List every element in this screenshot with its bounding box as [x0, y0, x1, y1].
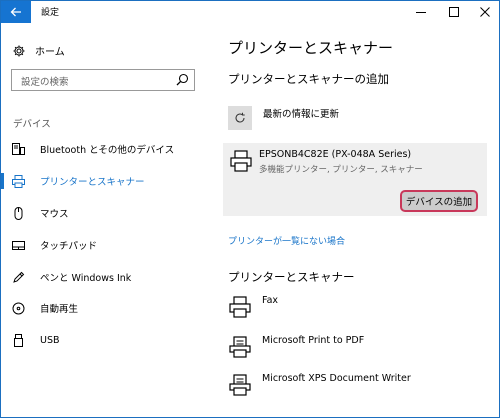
- sidebar-item-label: USB: [40, 334, 60, 346]
- document-printer-icon: [228, 373, 252, 397]
- add-device-button[interactable]: デバイスの追加: [400, 190, 478, 212]
- bluetooth-devices-icon: [11, 142, 25, 156]
- sidebar-item-label: プリンターとスキャナー: [40, 177, 145, 188]
- printer-item-print-to-pdf[interactable]: Microsoft Print to PDF: [228, 335, 364, 359]
- usb-icon: [11, 333, 25, 347]
- window-title: 設定: [41, 8, 60, 18]
- autoplay-icon: [11, 301, 25, 315]
- refresh-icon: [235, 112, 245, 123]
- refresh-label: 最新の情報に更新: [263, 109, 340, 120]
- device-name: EPSONB4C82E (PX-048A Series): [259, 149, 412, 160]
- pen-icon: [11, 270, 25, 284]
- refresh-row: 最新の情報に更新: [228, 106, 339, 130]
- minimize-icon: [416, 12, 426, 13]
- device-description: 多機能プリンター, プリンター, スキャナー: [259, 165, 423, 175]
- touchpad-icon: [11, 238, 25, 252]
- maximize-icon: [449, 7, 459, 17]
- printer-icon: [11, 174, 25, 188]
- close-icon: [480, 7, 490, 17]
- sidebar-item-label: Bluetooth とその他のデバイス: [40, 145, 175, 156]
- main-content: プリンターとスキャナー プリンターとスキャナーの追加 最新の情報に更新 EPSO…: [206, 23, 499, 417]
- printer-not-listed-link[interactable]: プリンターが一覧にない場合: [228, 234, 345, 247]
- add-section-title: プリンターとスキャナーの追加: [228, 72, 389, 86]
- close-button[interactable]: [469, 1, 499, 23]
- back-button[interactable]: [1, 1, 31, 23]
- refresh-button[interactable]: [228, 106, 252, 130]
- settings-window: 設定 ホーム 設定の検索 デバイス Bluetooth とその他のデバイス プリ…: [0, 0, 500, 418]
- sidebar-item-bluetooth[interactable]: Bluetooth とその他のデバイス: [1, 136, 206, 162]
- back-arrow-icon: [10, 7, 21, 17]
- sidebar-item-label: タッチパッド: [40, 241, 98, 252]
- sidebar-item-label: 自動再生: [40, 304, 79, 315]
- title-bar: 設定: [1, 1, 499, 23]
- section-label-devices: デバイス: [13, 119, 51, 130]
- printer-name: Microsoft XPS Document Writer: [262, 373, 411, 384]
- printer-icon: [228, 295, 252, 319]
- search-input[interactable]: 設定の検索: [11, 69, 195, 91]
- gear-icon: [13, 45, 25, 56]
- document-printer-icon: [228, 335, 252, 359]
- sidebar-item-mouse[interactable]: マウス: [1, 200, 206, 226]
- home-label: ホーム: [35, 47, 65, 58]
- maximize-button[interactable]: [438, 1, 470, 23]
- sidebar-item-usb[interactable]: USB: [1, 327, 206, 353]
- minimize-button[interactable]: [405, 1, 437, 23]
- sidebar-item-label: ペンと Windows Ink: [40, 273, 132, 284]
- home-link[interactable]: ホーム: [13, 43, 65, 58]
- printer-name: Microsoft Print to PDF: [262, 335, 365, 346]
- search-placeholder: 設定の検索: [21, 77, 69, 88]
- printer-name: Fax: [262, 295, 279, 306]
- printer-item-xps-writer[interactable]: Microsoft XPS Document Writer: [228, 373, 411, 397]
- mouse-icon: [11, 206, 25, 220]
- page-title: プリンターとスキャナー: [228, 39, 394, 57]
- printer-icon: [230, 150, 252, 176]
- sidebar-item-autoplay[interactable]: 自動再生: [1, 295, 206, 321]
- printer-item-fax[interactable]: Fax: [228, 295, 278, 319]
- sidebar-item-pen[interactable]: ペンと Windows Ink: [1, 264, 206, 290]
- found-device-card[interactable]: EPSONB4C82E (PX-048A Series) 多機能プリンター, プ…: [223, 143, 487, 216]
- search-icon[interactable]: [176, 73, 189, 86]
- sidebar-item-touchpad[interactable]: タッチパッド: [1, 232, 206, 258]
- printers-section-title: プリンターとスキャナー: [228, 270, 355, 284]
- sidebar-item-label: マウス: [40, 209, 69, 220]
- sidebar-item-printers-scanners[interactable]: プリンターとスキャナー: [1, 168, 206, 194]
- sidebar: ホーム 設定の検索 デバイス Bluetooth とその他のデバイス プリンター…: [1, 23, 206, 417]
